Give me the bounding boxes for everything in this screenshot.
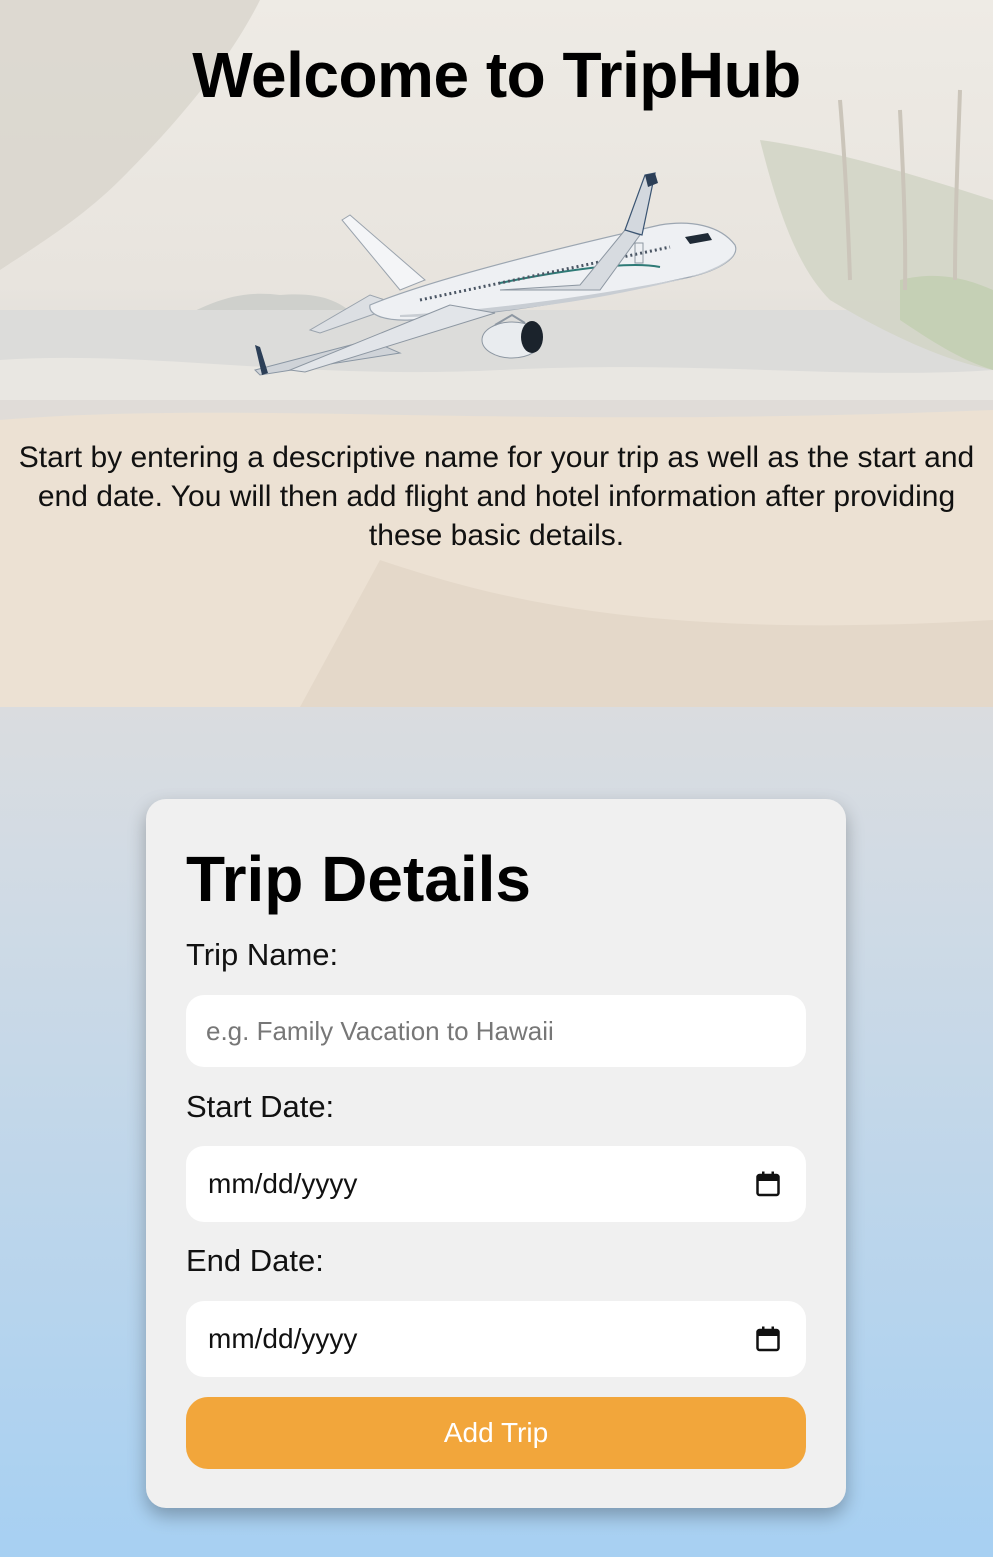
start-date-value: mm/dd/yyyy [208, 1168, 358, 1199]
trip-name-label: Trip Name: [186, 937, 339, 972]
end-date-label: End Date: [186, 1243, 324, 1278]
end-date-value: mm/dd/yyyy [208, 1323, 358, 1354]
airplane-image [254, 172, 737, 376]
intro-description: Start by entering a descriptive name for… [18, 441, 975, 552]
calendar-icon[interactable] [756, 1326, 780, 1352]
page-title: Welcome to TripHub [192, 39, 801, 111]
calendar-icon[interactable] [756, 1171, 780, 1197]
trip-name-input[interactable] [186, 995, 806, 1067]
trip-details-card: Trip Details Trip Name: Start Date: mm/d… [146, 799, 846, 1508]
add-trip-button[interactable]: Add Trip [186, 1397, 806, 1469]
hero-section: Welcome to TripHub Start by entering a d [0, 0, 993, 707]
start-date-label: Start Date: [186, 1089, 335, 1124]
start-date-input[interactable]: mm/dd/yyyy [186, 1146, 806, 1222]
end-date-input[interactable]: mm/dd/yyyy [186, 1301, 806, 1377]
form-title: Trip Details [186, 843, 531, 915]
